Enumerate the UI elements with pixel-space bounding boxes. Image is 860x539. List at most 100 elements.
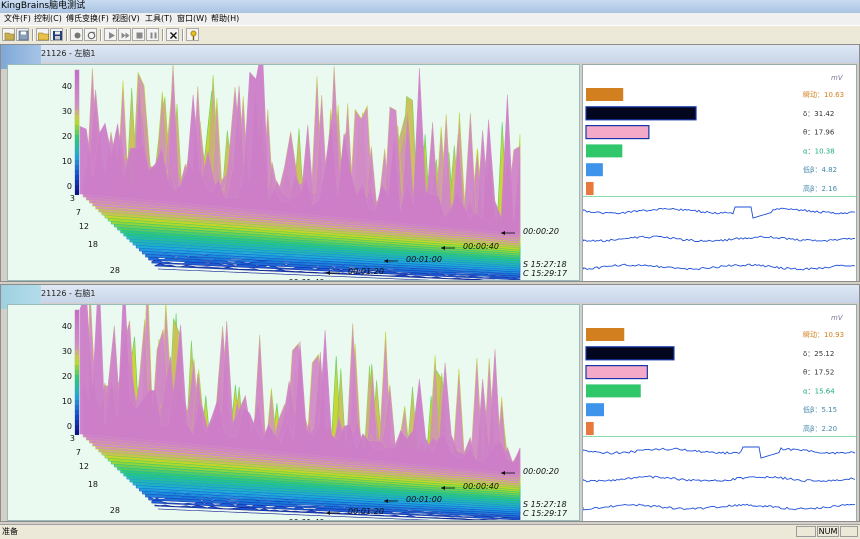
spectrum-3d-svg: 40 30 20 10 0 37 12 18 28 00:00:20 00:00:40 00:01:0… [62,44,568,287]
band-bar [586,182,594,195]
menu-fft[interactable]: 傅氏变换(F) [66,13,109,25]
eeg-window-right: 21126 - 右脑1 40 30 20 10 0 3 7 12 18 28 00:00:20 00:… [0,270,860,527]
stop-icon[interactable] [132,28,145,41]
close-icon[interactable] [166,28,179,41]
z-scale-swatch [75,145,79,150]
band-value-label: δ：31.42 [803,110,834,118]
z-scale-swatch [75,95,79,100]
save-icon[interactable] [16,28,29,41]
band-power-svg: mV 瞬动：10.63 δ：31.42 θ：17.96 α：10.38 低β：4.82 高β… [585,74,844,214]
raw-eeg-svg [582,446,856,511]
toolbar-separator [162,29,164,41]
z-scale-swatch [75,420,79,425]
refresh-icon[interactable] [84,28,97,41]
frequency-axis-tick: 18 [88,240,98,249]
z-scale-swatch [75,165,79,170]
window-caption[interactable] [1,45,859,63]
time-axis-tick: 00:01:40 [288,518,324,520]
band-bar [586,163,603,177]
current-time-label: C 15:29:17 [523,269,568,278]
frequency-axis-tick: 12 [79,222,89,231]
spectrum-3d-svg: 40 30 20 10 0 37 12 18 28 00:00:20 00:00:40 00:01:0… [62,270,568,527]
z-scale-swatch [75,140,79,145]
time-axis-tick: 00:00:20 [523,467,559,476]
z-scale-swatch [75,175,79,180]
z-scale-swatch [75,325,79,330]
menu-control[interactable]: 控制(C) [34,13,62,25]
z-axis-tick: 0 [67,182,72,191]
z-scale-swatch [75,410,79,415]
z-axis-tick: 0 [67,422,72,431]
z-axis-tick: 20 [62,372,72,381]
menu-bar: 文件(F) 控制(C) 傅氏变换(F) 视图(V) 工具(T) 窗口(W) 帮助… [0,13,860,25]
fast-forward-icon[interactable] [118,28,131,41]
z-scale-swatch [75,130,79,135]
save-disk-icon[interactable] [50,28,63,41]
band-value-label: θ：17.96 [803,129,835,137]
time-axis-tick: 00:01:20 [348,267,384,276]
window-title: KingBrains脑电测试 [1,1,86,11]
menu-window[interactable]: 窗口(W) [177,13,207,25]
band-value-label: 瞬动：10.63 [803,90,844,99]
z-scale-swatch [75,340,79,345]
toolbar-separator [100,29,102,41]
z-axis-tick: 20 [62,132,72,141]
status-bar: 准备 NUM [0,524,860,539]
time-axis-tick: 00:00:40 [463,482,499,491]
band-value-label: α：15.64 [803,387,835,395]
frequency-axis-tick: 28 [110,506,120,515]
pause-icon[interactable] [146,28,159,41]
band-value-label: 低β：5.15 [803,405,837,414]
z-axis-tick: 10 [62,397,72,406]
band-value-label: δ：25.12 [803,350,834,358]
band-bar [586,403,605,417]
z-scale-swatch [75,75,79,80]
band-power-chart: mV 瞬动：10.93 δ：25.12 θ：17.52 α：15.64 低β：5.15 高β… [583,305,856,454]
frequency-axis-tick: 7 [76,448,81,457]
toolbar-separator [32,29,34,41]
record-icon[interactable] [70,28,83,41]
z-scale-swatch [75,375,79,380]
band-bar [586,88,624,101]
band-value-label: α：10.38 [803,147,835,155]
band-value-label: 高β：2.16 [803,184,838,193]
raw-eeg-svg [582,206,856,271]
raw-eeg-wave [582,196,856,281]
z-scale-swatch [75,415,79,420]
z-scale-swatch [75,105,79,110]
z-scale-swatch [75,360,79,365]
band-power-chart: mV 瞬动：10.63 δ：31.42 θ：17.96 α：10.38 低β：4.82 高β… [583,65,856,214]
open-icon[interactable] [2,28,15,41]
band-power-svg: mV 瞬动：10.93 δ：25.12 θ：17.52 α：15.64 低β：5.15 高β… [585,314,844,454]
menu-view[interactable]: 视图(V) [112,13,140,25]
z-scale-swatch [75,135,79,140]
title-bar: KingBrains脑电测试 [0,0,860,14]
z-axis-tick: 40 [62,82,72,91]
z-scale-swatch [75,80,79,85]
time-axis-tick: 00:00:20 [523,227,559,236]
z-scale-swatch [75,310,79,315]
frequency-axis-tick: 28 [110,266,120,275]
z-scale-swatch [75,115,79,120]
window-caption-text: 21126 - 左脑1 [41,49,96,58]
z-scale-swatch [75,385,79,390]
help-icon[interactable] [186,28,199,41]
unit-label: mV [831,74,844,82]
band-bar [586,144,623,158]
open-folder-icon[interactable] [36,28,49,41]
frequency-axis-tick: 3 [70,434,75,443]
z-scale-swatch [75,355,79,360]
z-scale-swatch [75,320,79,325]
z-scale-swatch [75,370,79,375]
window-caption[interactable] [1,285,859,303]
menu-help[interactable]: 帮助(H) [211,13,239,25]
time-tick-arrowhead [326,511,330,515]
spectrum-3d-plot: 40 30 20 10 0 3 7 12 18 28 00:00:20 00:00:40 00:01:0… [7,270,580,527]
time-tick-arrowhead [326,271,330,275]
play-icon[interactable] [104,28,117,41]
frequency-axis-tick: 18 [88,480,98,489]
band-bar [586,328,625,341]
toolbar-separator [182,29,184,41]
menu-file[interactable]: 文件(F) [4,13,31,25]
menu-tools[interactable]: 工具(T) [145,13,172,25]
